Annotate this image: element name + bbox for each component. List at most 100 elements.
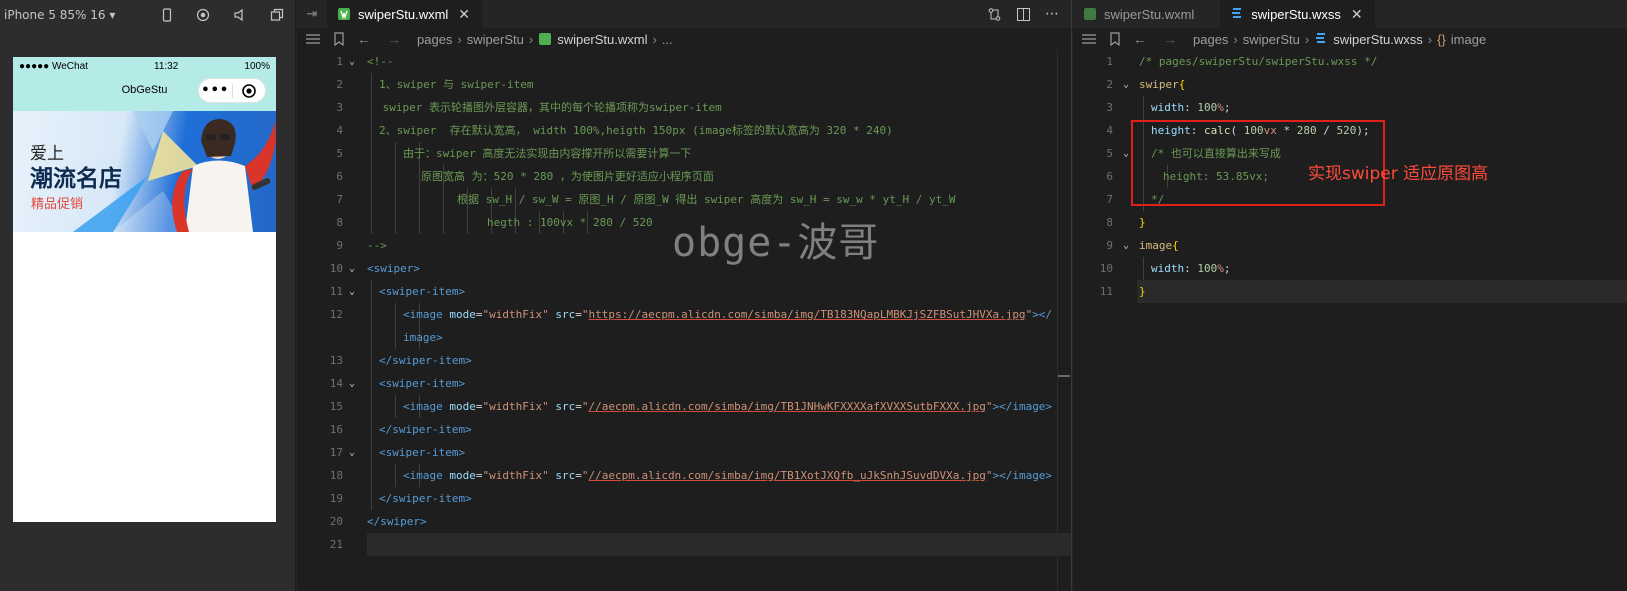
code-line[interactable]: 20 </swiper> [297,510,1071,533]
window-icon[interactable] [258,8,295,22]
code-line[interactable]: 9 ⌄ image{ [1073,234,1627,257]
tab-swiperstu-wxss[interactable]: swiperStu.wxss ✕ [1220,0,1375,28]
code-token[interactable]: https://aecpm.alicdn.com/simba/img/TB183… [588,308,1025,321]
code-token[interactable]: //aecpm.alicdn.com/simba/img/TB1XotJXQfb… [588,469,985,482]
banner-headline: 潮流名店 [30,166,122,192]
line-number: 18 [329,469,343,482]
tab-swiperstu-wxml-secondary[interactable]: swiperStu.wxml [1073,0,1206,28]
wxml-code-area[interactable]: 1 ⌄ <!-- 2 1、swiper 与 swiper-item 3 swiper 表示轮… [297,50,1071,591]
fold-chevron-icon[interactable]: ⌄ [349,441,361,464]
swiper-banner[interactable]: 爱上 潮流名店 精品促销 [13,111,276,232]
code-line[interactable]: 10 width: 100%; [1073,257,1627,280]
code-token: <swiper-item> [379,446,466,459]
code-line[interactable]: 12 <image mode="widthFix" src="https://ae… [297,303,1071,326]
line-number: 20 [329,515,343,528]
code-line[interactable]: 11} [1100,280,1627,303]
code-line[interactable]: 19 </swiper-item> [297,487,1071,510]
vertical-scrollbar[interactable] [1057,50,1071,591]
code-line[interactable]: 4 2、swiper 存在默认宽高， width 100%,heigth 150p… [297,119,1071,142]
sidebar-toggle-icon[interactable]: ⇥ [297,7,327,22]
back-arrow-icon[interactable]: ← [1133,31,1147,47]
breadcrumb-item[interactable]: swiperStu.wxml [557,32,647,47]
list-icon[interactable] [1081,32,1097,46]
phone-nav-bar: ObGeStu ••• [13,75,276,111]
wxml-file-icon [1084,8,1096,20]
breadcrumb-item[interactable]: image [1451,32,1486,47]
indent-guide [395,142,396,165]
code-token: width [1151,101,1185,114]
code-line[interactable]: 1 /* pages/swiperStu/swiperStu.wxss */ [1073,50,1627,73]
compare-changes-icon[interactable] [987,7,1002,22]
forward-arrow-icon[interactable]: → [1163,31,1177,47]
bookmark-icon[interactable] [1107,32,1123,46]
code-line[interactable]: 7 根据 sw_H / sw_W = 原图_H / 原图_W 得出 swiper … [297,188,1071,211]
fold-chevron-icon[interactable]: ⌄ [1123,234,1135,257]
breadcrumb-item[interactable]: pages [1193,32,1228,47]
breadcrumb-item[interactable]: swiperStu.wxss [1333,32,1423,47]
line-number: 7 [336,193,343,206]
forward-arrow-icon[interactable]: → [387,31,401,47]
code-line[interactable]: 6 原图宽高 为：520 * 280 ，为使图片更好适应小程序页面 [297,165,1071,188]
tab-label: swiperStu.wxss [1251,6,1341,22]
battery-level: 100% [244,60,270,72]
code-text: <image mode="widthFix" src="//aecpm.alic… [403,395,1052,418]
phone-icon[interactable] [149,8,186,22]
code-line[interactable]: 8} [1073,211,1627,234]
record-icon[interactable] [185,8,222,22]
fold-chevron-icon[interactable]: ⌄ [1123,73,1135,96]
breadcrumb-item[interactable]: swiperStu [467,32,524,47]
code-line[interactable]: 14 ⌄ <swiper-item> [297,372,1071,395]
code-token: <swiper-item> [379,285,466,298]
fold-chevron-icon[interactable]: ⌄ [349,280,361,303]
code-line[interactable]: 21 [330,533,1071,556]
code-token: swiper [1139,78,1179,91]
fold-chevron-icon[interactable]: ⌄ [349,50,361,73]
close-tab-icon[interactable]: ✕ [458,6,470,23]
code-line[interactable]: 15 <image mode="widthFix" src="//aecpm.al… [297,395,1071,418]
indent-guide [467,211,468,234]
code-line[interactable]: 2 ⌄ swiper{ [1073,73,1627,96]
breadcrumb-item[interactable]: ... [662,32,673,47]
code-token: } [1139,216,1146,229]
code-token: <image [403,308,450,321]
fold-chevron-icon[interactable]: ⌄ [349,372,361,395]
code-text: image{ [1139,234,1179,257]
code-line[interactable]: image> [297,326,1071,349]
more-actions-icon[interactable]: ⋯ [1045,6,1059,22]
fold-chevron-icon[interactable]: ⌄ [349,257,361,280]
bookmark-icon[interactable] [331,32,347,46]
code-line[interactable]: 3 width: 100%; [1073,96,1627,119]
code-line[interactable]: 13 </swiper-item> [297,349,1071,372]
more-icon[interactable]: ••• [199,83,232,98]
watermark-text: obge-波哥 [672,220,880,266]
code-token[interactable]: //aecpm.alicdn.com/simba/img/TB1JNHwKFXX… [588,400,985,413]
close-tab-icon[interactable]: ✕ [1351,6,1363,23]
code-line[interactable]: 18 <image mode="widthFix" src="//aecpm.al… [297,464,1071,487]
indent-guide [371,142,372,165]
code-line[interactable]: 5 由于：swiper 高度无法实现由内容撑开所以需要计算一下 [297,142,1071,165]
tab-swiperstu-wxml[interactable]: swiperStu.wxml ✕ [327,0,483,28]
breadcrumb-item[interactable]: pages [417,32,452,47]
volume-icon[interactable] [222,8,259,22]
indent-guide [443,211,444,234]
split-editor-icon[interactable] [1016,7,1031,22]
list-icon[interactable] [305,32,321,46]
code-line[interactable]: 3 swiper 表示轮播图外层容器，其中的每个轮播项称为swiper-item [297,96,1071,119]
back-arrow-icon[interactable]: ← [357,31,371,47]
code-line[interactable]: 17 ⌄ <swiper-item> [297,441,1071,464]
code-line[interactable]: 16 </swiper-item> [297,418,1071,441]
code-line[interactable]: 2 1、swiper 与 swiper-item [297,73,1071,96]
line-number: 1 [1106,55,1113,68]
scrollbar-thumb[interactable] [1058,375,1070,377]
breadcrumb-item[interactable]: swiperStu [1243,32,1300,47]
indent-guide [395,326,396,349]
indent-guide [443,188,444,211]
indent-guide [371,418,372,441]
line-number: 10 [1099,262,1113,275]
code-line[interactable]: 1 ⌄ <!-- [297,50,1071,73]
wxml-file-icon [539,33,552,45]
indent-guide [371,372,372,395]
code-line[interactable]: 11 ⌄ <swiper-item> [297,280,1071,303]
close-mini-program-icon[interactable] [233,83,266,99]
device-select[interactable]: iPhone 5 85% 16 ▾ [4,8,149,22]
